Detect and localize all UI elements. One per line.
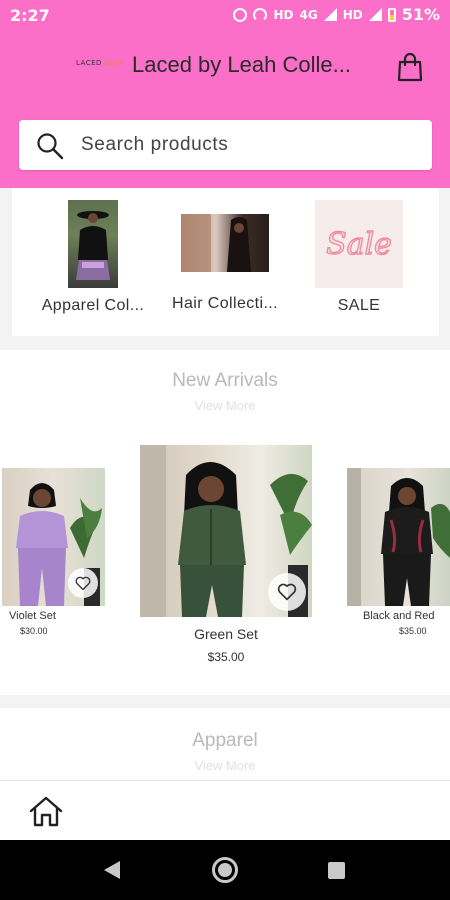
brand-logo: LACED LEAH <box>76 56 123 70</box>
collection-apparel[interactable]: Apparel Col... <box>23 200 163 315</box>
bottom-navigation <box>0 780 450 840</box>
product-name: Violet Set <box>9 610 56 622</box>
new-arrivals-section: New Arrivals View More Violet Set $30.00 <box>0 350 450 695</box>
home-button[interactable] <box>28 795 64 827</box>
network-label: HD <box>273 7 294 22</box>
logo-text-accent: LEAH <box>103 59 123 67</box>
store-title: Laced by Leah Colle... <box>132 52 351 77</box>
product-image <box>140 445 312 617</box>
back-icon[interactable] <box>104 861 120 879</box>
wishlist-button[interactable] <box>268 573 306 611</box>
product-card[interactable]: Black and Red $35.00 <box>347 468 450 636</box>
battery-percent: 51% <box>401 5 440 24</box>
collection-hair[interactable]: Hair Collecti... <box>155 200 295 313</box>
network-type: 4G <box>299 7 318 22</box>
product-price: $35.00 <box>207 650 245 664</box>
battery-icon <box>387 7 396 22</box>
recent-apps-icon[interactable] <box>328 862 345 879</box>
signal-icon-2 <box>368 8 382 21</box>
collection-image-hair <box>181 214 269 272</box>
logo-text: LACED <box>76 59 102 67</box>
shopping-bag-icon <box>397 52 423 82</box>
collection-label: SALE <box>337 297 381 314</box>
view-more-link[interactable]: View More <box>0 758 450 773</box>
sale-neon-text: Sale <box>326 227 392 262</box>
cart-button[interactable] <box>396 52 424 82</box>
home-circle-icon[interactable] <box>212 857 238 883</box>
product-image <box>2 468 105 606</box>
wishlist-button[interactable] <box>68 568 98 598</box>
product-price: $30.00 <box>20 626 48 636</box>
signal-icon <box>323 8 337 21</box>
collection-sale[interactable]: Sale SALE <box>289 200 429 315</box>
collections-row: Apparel Col... Hair Collecti... Sale SAL… <box>12 188 439 336</box>
product-image <box>347 468 450 606</box>
status-time: 2:27 <box>10 6 50 25</box>
product-price: $35.00 <box>399 626 427 636</box>
alarm-icon <box>233 7 248 22</box>
product-name: Green Set <box>194 626 258 642</box>
section-title: New Arrivals <box>172 370 278 391</box>
collection-label: Apparel Col... <box>41 297 145 314</box>
heart-icon <box>277 583 297 601</box>
product-card[interactable]: Green Set $35.00 <box>140 445 312 664</box>
view-more-link[interactable]: View More <box>0 398 450 413</box>
status-bar: 2:27 HD 4G HD 51% <box>0 0 450 32</box>
hotspot-icon <box>253 7 268 22</box>
collection-image-sale: Sale <box>315 200 403 288</box>
apparel-section: Apparel View More <box>0 708 450 780</box>
product-card[interactable]: Violet Set $30.00 <box>2 468 105 636</box>
product-name: Black and Red <box>363 610 435 622</box>
app-header: 2:27 HD 4G HD 51% LACED LEAH Laced by Le… <box>0 0 450 188</box>
search-bar[interactable] <box>19 120 432 170</box>
collection-image-apparel <box>68 200 118 288</box>
heart-icon <box>75 576 91 590</box>
search-input[interactable] <box>81 132 411 158</box>
section-title: Apparel <box>192 730 258 751</box>
collection-label: Hair Collecti... <box>172 295 278 312</box>
network-label-2: HD <box>342 7 363 22</box>
home-icon <box>29 796 63 827</box>
system-navigation-bar <box>0 840 450 900</box>
search-icon <box>37 133 64 160</box>
status-icons: HD 4G HD 51% <box>233 5 440 24</box>
